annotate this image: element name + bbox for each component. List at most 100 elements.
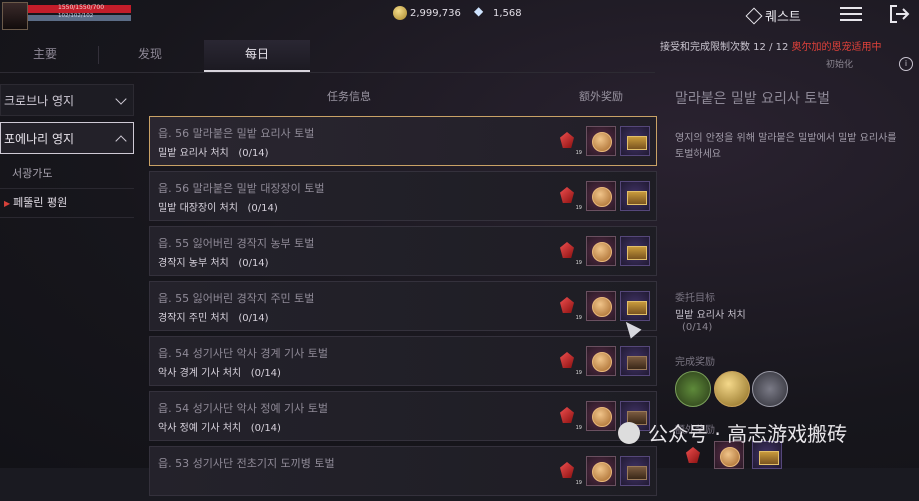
coin-reward-icon[interactable] bbox=[586, 456, 616, 486]
quest-button[interactable]: 퀘스트 bbox=[745, 6, 801, 25]
limit-count: 接受和完成限制次数 12 / 12 bbox=[660, 42, 789, 53]
tab-daily[interactable]: 每日 bbox=[204, 40, 310, 72]
grace-active-text: 奥尔加的恩宠适用中 bbox=[791, 42, 882, 53]
region-label: 크로브나 영지 bbox=[4, 94, 75, 108]
silver-reward-icon[interactable] bbox=[752, 371, 788, 407]
coin-reward-icon[interactable] bbox=[586, 236, 616, 266]
region-sidebar: 크로브나 영지 포에나리 영지 서광가도 ▶ 페뚤린 평원 bbox=[0, 84, 134, 218]
target-label: 委托目标 bbox=[675, 293, 715, 304]
region-crovna[interactable]: 크로브나 영지 bbox=[0, 84, 134, 116]
subregion-label: 페뚤린 평원 bbox=[13, 196, 68, 209]
quest-progress: (0/14) bbox=[250, 368, 281, 379]
red-gem-reward-icon[interactable]: 19 bbox=[553, 346, 583, 376]
quest-progress: (0/14) bbox=[250, 423, 281, 434]
quest-progress: (0/14) bbox=[238, 313, 269, 324]
mp-bar: 102/102/102 bbox=[28, 13, 131, 21]
hp-bar: 1550/1550/700 bbox=[28, 4, 131, 13]
detail-title: 말라붙은 밀밭 요리사 토벌 bbox=[675, 91, 831, 107]
exp-reward-icon[interactable] bbox=[675, 371, 711, 407]
player-avatar[interactable] bbox=[2, 2, 28, 30]
quest-objective bbox=[158, 474, 168, 485]
quest-row[interactable]: 읍. 54 성기사단 악사 경계 기사 토벌악사 경계 기사 처치 (0/14)… bbox=[149, 336, 657, 386]
quest-objective: 밀밭 대장장이 처치 (0/14) bbox=[158, 199, 278, 214]
subregion-petulin-plain[interactable]: ▶ 페뚤린 평원 bbox=[0, 189, 134, 218]
quest-title: 읍. 54 성기사단 악사 정예 기사 토벌 bbox=[158, 402, 329, 415]
region-label: 포에나리 영지 bbox=[4, 132, 75, 146]
quest-diamond-icon bbox=[745, 7, 763, 24]
red-gem-reward-icon[interactable]: 19 bbox=[553, 456, 583, 486]
chest-reward-icon[interactable] bbox=[620, 346, 650, 376]
quest-progress: (0/14) bbox=[247, 203, 278, 214]
top-bar: 1550/1550/700 102/102/102 2,999,736 ◆ 1,… bbox=[0, 0, 919, 34]
tab-discover[interactable]: 发现 bbox=[100, 40, 200, 70]
chest-reward-icon[interactable] bbox=[620, 181, 650, 211]
quest-title: 읍. 56 말라붙은 밀밭 요리사 토벌 bbox=[158, 127, 315, 140]
gem-amount: 1,568 bbox=[493, 8, 522, 19]
red-gem-reward-icon[interactable]: 19 bbox=[553, 401, 583, 431]
chevron-down-icon bbox=[115, 93, 127, 105]
info-icon[interactable]: i bbox=[899, 57, 913, 71]
quest-row[interactable]: 읍. 53 성기사단 전초기지 도끼병 토벌 19 bbox=[149, 446, 657, 496]
quest-title: 읍. 53 성기사단 전초기지 도끼병 토벌 bbox=[158, 457, 335, 470]
tab-divider bbox=[98, 46, 99, 64]
gold-reward-icon[interactable] bbox=[714, 371, 750, 407]
watermark-text: 公众号 · 高志游戏搬砖 bbox=[648, 422, 848, 446]
tab-underline bbox=[0, 72, 655, 73]
exit-icon[interactable] bbox=[888, 3, 910, 25]
red-gem-reward-icon[interactable]: 19 bbox=[553, 236, 583, 266]
chest-reward-icon[interactable] bbox=[620, 456, 650, 486]
quest-row[interactable]: 읍. 54 성기사단 악사 정예 기사 토벌악사 정예 기사 처치 (0/14)… bbox=[149, 391, 657, 441]
chest-reward-icon[interactable] bbox=[620, 291, 650, 321]
tab-bar: 主要 发现 每日 bbox=[0, 40, 310, 74]
chest-reward-icon[interactable] bbox=[620, 126, 650, 156]
quest-row[interactable]: 읍. 55 잃어버린 경작지 농부 토벌 경작지 농부 처치 (0/14) 19 bbox=[149, 226, 657, 276]
quest-row[interactable]: 읍. 56 말라붙은 밀밭 대장장이 토벌밀밭 대장장이 처치 (0/14) 19 bbox=[149, 171, 657, 221]
quest-objective-text: 악사 경계 기사 처치 bbox=[158, 368, 242, 379]
quest-objective-text: 밀밭 대장장이 처치 bbox=[158, 203, 238, 214]
quest-progress: (0/14) bbox=[238, 148, 269, 159]
gold-amount: 2,999,736 bbox=[410, 8, 461, 19]
quest-objective: 경작지 농부 처치 (0/14) bbox=[158, 254, 269, 269]
hp-text: 1550/1550/700 bbox=[58, 4, 105, 11]
target-name: 밀밭 요리사 처치 bbox=[675, 310, 746, 321]
quest-title: 읍. 55 잃어버린 경작지 주민 토벌 bbox=[158, 292, 315, 305]
reset-label: 初始化 bbox=[826, 60, 854, 70]
quest-row[interactable]: 읍. 55 잃어버린 경작지 주민 토벌경작지 주민 처치 (0/14) 19 bbox=[149, 281, 657, 331]
watermark: 公众号 · 高志游戏搬砖 bbox=[618, 418, 847, 447]
red-gem-reward-icon[interactable]: 19 bbox=[553, 291, 583, 321]
target-progress: (0/14) bbox=[682, 322, 713, 333]
quest-objective-text: 악사 정예 기사 처치 bbox=[158, 423, 242, 434]
red-gem-reward-icon[interactable]: 19 bbox=[553, 126, 583, 156]
region-poenari[interactable]: 포에나리 영지 bbox=[0, 122, 134, 154]
quest-objective-text: 밀밭 요리사 처치 bbox=[158, 148, 229, 159]
quest-progress: (0/14) bbox=[238, 258, 269, 269]
quest-title: 읍. 54 성기사단 악사 경계 기사 토벌 bbox=[158, 347, 329, 360]
quest-list: 읍. 56 말라붙은 밀밭 요리사 토벌 밀밭 요리사 처치 (0/14) 19 읍.… bbox=[149, 116, 657, 501]
coin-reward-icon[interactable] bbox=[586, 401, 616, 431]
quest-row[interactable]: 읍. 56 말라붙은 밀밭 요리사 토벌밀밭 요리사 처치 (0/14) 19 bbox=[149, 116, 657, 166]
detail-description: 영지의 안정을 위해 말라붙은 밀밭에서 밀밭 요리사를 토벌하세요 bbox=[675, 133, 897, 160]
quest-limit-text: 接受和完成限制次数 12 / 12 奥尔加的恩宠适用中 bbox=[660, 38, 882, 53]
quest-objective: 악사 정예 기사 처치 (0/14) bbox=[158, 419, 281, 434]
coin-reward-icon[interactable] bbox=[586, 291, 616, 321]
quest-title: 읍. 56 말라붙은 밀밭 대장장이 토벌 bbox=[158, 182, 325, 195]
quest-info-header: 任务信息 bbox=[327, 90, 371, 103]
tab-main[interactable]: 主要 bbox=[0, 40, 90, 70]
quest-objective: 밀밭 요리사 처치 (0/14) bbox=[158, 144, 269, 159]
chevron-up-icon bbox=[115, 135, 127, 147]
red-gem-reward-icon[interactable]: 19 bbox=[553, 181, 583, 211]
menu-icon[interactable] bbox=[840, 4, 862, 24]
quest-objective: 악사 경계 기사 처치 (0/14) bbox=[158, 364, 281, 379]
selected-marker-icon: ▶ bbox=[4, 199, 11, 208]
coin-reward-icon[interactable] bbox=[586, 346, 616, 376]
mp-text: 102/102/102 bbox=[58, 13, 94, 19]
complete-reward-label: 完成奖励 bbox=[675, 357, 715, 368]
coin-reward-icon[interactable] bbox=[586, 181, 616, 211]
subregion-dawn-road[interactable]: 서광가도 bbox=[0, 160, 134, 189]
extra-reward-header: 额外奖励 bbox=[579, 90, 623, 103]
quest-objective-text: 경작지 농부 처치 bbox=[158, 258, 229, 269]
diamond-icon: ◆ bbox=[474, 4, 484, 18]
coin-reward-icon[interactable] bbox=[586, 126, 616, 156]
chest-reward-icon[interactable] bbox=[620, 236, 650, 266]
quest-objective-text: 경작지 주민 처치 bbox=[158, 313, 229, 324]
